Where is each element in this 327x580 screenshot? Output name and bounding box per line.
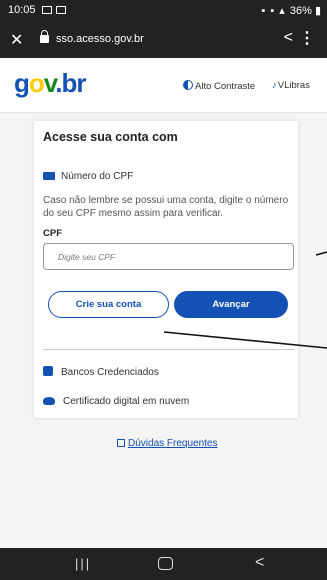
share-icon[interactable]: <: [284, 29, 293, 47]
gallery-notification-icon: [42, 6, 52, 14]
back-icon[interactable]: <: [255, 554, 264, 572]
login-option-banks[interactable]: Bancos Credenciados: [43, 366, 159, 378]
cpf-field-label: CPF: [43, 228, 62, 239]
battery-level: ▪ ▪ ▴ 36% ▮: [261, 4, 321, 17]
menu-icon[interactable]: ⋮: [299, 28, 315, 48]
logo-letter-v: v: [43, 68, 56, 98]
home-icon[interactable]: [158, 557, 173, 570]
govbr-logo[interactable]: gov.br: [14, 68, 87, 99]
url-text[interactable]: sso.acesso.gov.br: [56, 33, 144, 45]
message-notification-icon: [56, 6, 66, 14]
login-card: Acesse sua conta com Número do CPF Caso …: [34, 121, 298, 418]
annotation-line-top: [315, 251, 327, 256]
id-card-icon: [43, 172, 55, 180]
status-bar: 10:05 ▪ ▪ ▴ 36% ▮: [0, 0, 327, 22]
high-contrast-label: Alto Contraste: [195, 81, 256, 92]
logo-letter-o: o: [28, 68, 45, 98]
login-option-label: Certificado digital em nuvem: [63, 396, 190, 407]
divider: [43, 349, 295, 350]
hand-sign-icon: ♪: [272, 80, 277, 91]
login-option-cloud-certificate[interactable]: Certificado digital em nuvem: [43, 396, 189, 407]
cpf-input[interactable]: [43, 243, 294, 270]
contrast-icon: [183, 80, 193, 90]
close-icon[interactable]: ✕: [10, 30, 23, 50]
signal-icon: ▪ ▪ ▴: [261, 5, 290, 17]
help-text: Caso não lembre se possui uma conta, dig…: [43, 195, 289, 219]
battery-percent: 36%: [289, 5, 312, 17]
battery-icon: ▮: [311, 5, 321, 17]
high-contrast-toggle[interactable]: Alto Contraste: [183, 80, 255, 92]
browser-address-bar: ✕ sso.acesso.gov.br < ⋮: [0, 22, 327, 58]
create-account-button[interactable]: Crie sua conta: [48, 291, 169, 318]
lock-icon: [40, 30, 49, 43]
login-option-label: Bancos Credenciados: [61, 367, 159, 378]
logo-br: br: [61, 68, 87, 98]
next-button[interactable]: Avançar: [174, 291, 288, 318]
system-nav-bar: ||| <: [0, 548, 327, 580]
faq-link[interactable]: Dúvidas Frequentes: [117, 438, 218, 449]
cpf-option: Número do CPF: [43, 171, 133, 182]
logo-letter-g: g: [14, 68, 30, 98]
vlibras-label: VLibras: [277, 80, 310, 91]
login-title: Acesse sua conta com: [43, 130, 178, 144]
external-link-icon: [117, 439, 125, 447]
site-header: gov.br Alto Contraste ♪VLibras: [0, 58, 327, 113]
cloud-icon: [43, 397, 55, 405]
vlibras-link[interactable]: ♪VLibras: [272, 80, 310, 91]
clock: 10:05: [8, 4, 36, 16]
bank-icon: [43, 366, 53, 376]
faq-label: Dúvidas Frequentes: [128, 438, 218, 449]
recent-apps-icon[interactable]: |||: [75, 556, 91, 571]
cpf-option-label: Número do CPF: [61, 171, 134, 182]
